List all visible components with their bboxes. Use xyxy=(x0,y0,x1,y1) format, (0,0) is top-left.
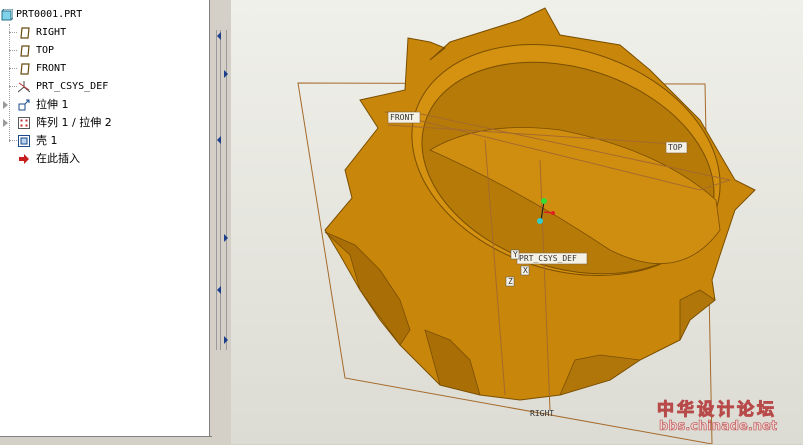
plane-label-top[interactable]: TOP xyxy=(668,143,683,152)
plane-label-right[interactable]: RIGHT xyxy=(530,409,554,418)
expand-right-arrow-icon[interactable] xyxy=(224,70,228,78)
collapse-left-arrow-icon[interactable] xyxy=(217,136,221,144)
tree-item-label: PRT0001.PRT xyxy=(16,9,83,20)
splitter-groove xyxy=(220,30,221,350)
spin-center-icon xyxy=(551,211,555,215)
expand-right-arrow-icon[interactable] xyxy=(224,336,228,344)
site-watermark-logo: 中华设计论坛 bbs.chinade.net xyxy=(655,395,801,441)
axis-label-z: Z xyxy=(508,277,513,286)
splitter-groove xyxy=(226,30,227,350)
collapse-left-arrow-icon[interactable] xyxy=(217,32,221,40)
graphics-viewport[interactable]: FRONT TOP RIGHT PRT_CSYS_DEF Y X Z xyxy=(231,0,803,444)
collapse-left-arrow-icon[interactable] xyxy=(217,286,221,294)
tree-item-label: 阵列 1 / 拉伸 2 xyxy=(36,116,112,129)
watermark-title: 中华设计论坛 xyxy=(657,400,777,421)
datum-plane-icon xyxy=(20,27,30,39)
watermark-url: bbs.chinade.net xyxy=(659,419,778,435)
tree-item-csys[interactable]: PRT_CSYS_DEF xyxy=(0,78,205,96)
model-tree-panel: PRT0001.PRT RIGHT TOP FRONT PRT_CSYS_DEF xyxy=(0,0,210,436)
tree-item-datum-front[interactable]: FRONT xyxy=(0,60,205,78)
axis-label-x: X xyxy=(523,266,528,275)
tree-item-part[interactable]: PRT0001.PRT xyxy=(0,6,205,24)
tree-item-label: 在此插入 xyxy=(36,152,80,165)
part-icon xyxy=(1,9,13,21)
tree-item-datum-right[interactable]: RIGHT xyxy=(0,24,205,42)
pattern-icon xyxy=(18,117,30,129)
tree-item-label: 拉伸 1 xyxy=(36,98,69,111)
tree-item-shell-1[interactable]: 壳 1 xyxy=(0,132,205,150)
tree-item-label: 壳 1 xyxy=(36,134,58,147)
splitter-groove xyxy=(216,30,217,350)
spin-center-icon xyxy=(541,198,547,204)
datum-plane-icon xyxy=(20,45,30,57)
shell-icon xyxy=(18,135,30,147)
spin-center-icon xyxy=(537,218,543,224)
tree-item-pattern-1[interactable]: 阵列 1 / 拉伸 2 xyxy=(0,114,205,132)
tree-item-label: RIGHT xyxy=(36,27,67,38)
csys-label[interactable]: PRT_CSYS_DEF xyxy=(519,254,577,263)
expand-right-arrow-icon[interactable] xyxy=(224,234,228,242)
tree-item-extrude-1[interactable]: 拉伸 1 xyxy=(0,96,205,114)
extrude-icon xyxy=(18,99,30,111)
tree-item-label: FRONT xyxy=(36,63,67,74)
tree-item-label: TOP xyxy=(36,45,55,56)
tree-item-datum-top[interactable]: TOP xyxy=(0,42,205,60)
axis-label-y: Y xyxy=(513,250,518,259)
expand-arrow-icon[interactable] xyxy=(3,119,8,127)
plane-label-front[interactable]: FRONT xyxy=(390,113,414,122)
tree-item-label: PRT_CSYS_DEF xyxy=(36,81,109,92)
panel-splitter[interactable] xyxy=(212,0,232,444)
insert-here-arrow-icon xyxy=(19,154,29,164)
csys-icon xyxy=(18,81,30,93)
tree-item-insert-here[interactable]: 在此插入 xyxy=(0,150,205,168)
datum-plane-icon xyxy=(20,63,30,75)
model-graphics[interactable]: FRONT TOP RIGHT PRT_CSYS_DEF Y X Z xyxy=(231,0,803,444)
expand-arrow-icon[interactable] xyxy=(3,101,8,109)
